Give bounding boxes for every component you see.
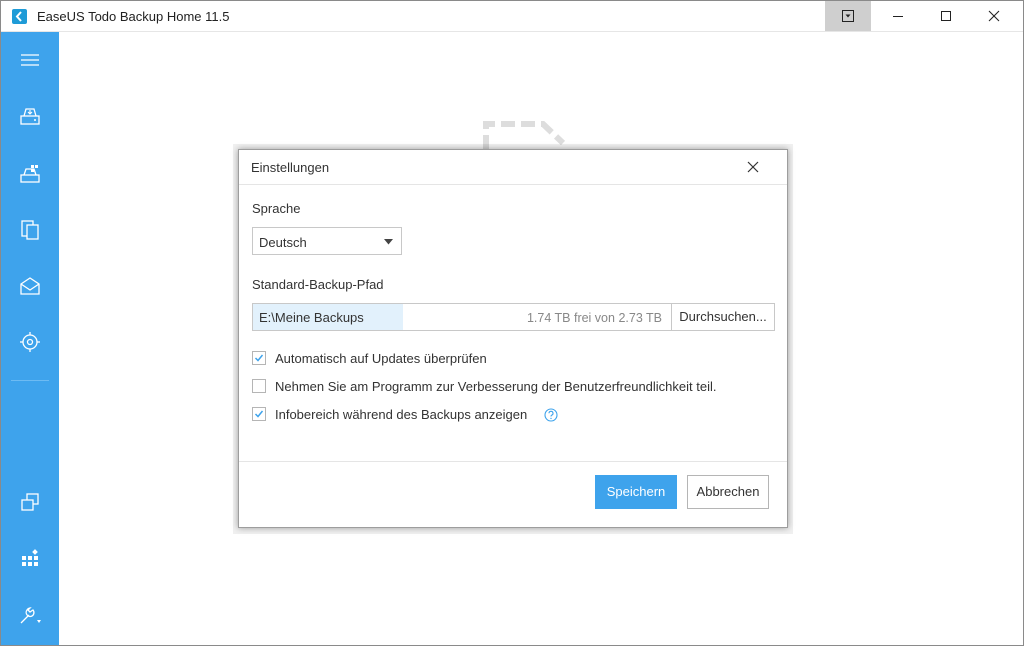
- browse-button[interactable]: Durchsuchen...: [671, 303, 775, 331]
- option-label: Nehmen Sie am Programm zur Verbesserung …: [275, 379, 717, 394]
- dialog-title: Einstellungen: [251, 160, 330, 175]
- sidebar-divider: [11, 380, 49, 381]
- disk-free-space: 1.74 TB frei von 2.73 TB: [526, 311, 662, 325]
- cancel-button[interactable]: Abbrechen: [687, 475, 769, 509]
- sidebar-item-tools[interactable]: [1, 594, 59, 638]
- close-icon: [747, 161, 759, 173]
- window-title: EaseUS Todo Backup Home 11.5: [37, 9, 230, 24]
- close-button[interactable]: [971, 1, 1017, 31]
- dialog-close-button[interactable]: [741, 156, 765, 178]
- checkbox-auto-update[interactable]: [252, 351, 266, 365]
- backup-path-field[interactable]: E:\Meine Backups 1.74 TB frei von 2.73 T…: [252, 303, 672, 331]
- option-label: Automatisch auf Updates überprüfen: [275, 351, 487, 366]
- minimize-button[interactable]: [875, 1, 921, 31]
- mail-backup-icon: [20, 277, 40, 295]
- sidebar-menu-button[interactable]: [1, 38, 59, 82]
- disk-backup-icon: [20, 108, 40, 125]
- minimize-icon: [893, 16, 903, 17]
- tray-button[interactable]: [825, 1, 871, 31]
- sidebar-item-smart-backup[interactable]: [1, 320, 59, 364]
- option-label: Infobereich während des Backups anzeigen: [275, 407, 528, 422]
- maximize-button[interactable]: [923, 1, 969, 31]
- checkmark-icon: [254, 410, 264, 418]
- apps-icon: [22, 549, 38, 566]
- clone-icon: [21, 493, 39, 511]
- smart-backup-icon: [20, 332, 40, 352]
- sidebar-item-system-backup[interactable]: [1, 152, 59, 196]
- maximize-icon: [941, 11, 951, 21]
- checkmark-icon: [254, 354, 264, 362]
- tools-icon: [20, 607, 41, 624]
- sidebar-item-disk-backup[interactable]: [1, 94, 59, 138]
- sidebar-item-file-backup[interactable]: [1, 208, 59, 252]
- title-bar: EaseUS Todo Backup Home 11.5: [1, 1, 1023, 32]
- dialog-footer-divider: [239, 461, 787, 462]
- tray-icon: [842, 10, 854, 22]
- save-button[interactable]: Speichern: [595, 475, 677, 509]
- close-icon: [988, 10, 1000, 22]
- app-logo-icon: [12, 9, 27, 24]
- menu-icon: [21, 54, 39, 66]
- settings-dialog: Einstellungen Sprache Deutsch Standard-B…: [238, 149, 788, 528]
- dialog-header: Einstellungen: [239, 150, 787, 185]
- help-icon[interactable]: [544, 408, 558, 422]
- backup-path-value: E:\Meine Backups: [259, 310, 364, 325]
- sidebar-item-mail-backup[interactable]: [1, 264, 59, 308]
- system-backup-icon: [20, 165, 40, 183]
- language-label: Sprache: [252, 201, 301, 216]
- sidebar: [1, 32, 59, 645]
- checkbox-improvement-program[interactable]: [252, 379, 266, 393]
- backup-path-label: Standard-Backup-Pfad: [252, 277, 384, 292]
- checkbox-tray-info[interactable]: [252, 407, 266, 421]
- file-backup-icon: [21, 220, 39, 240]
- app-window: EaseUS Todo Backup Home 11.5 Einstellung…: [0, 0, 1024, 646]
- chevron-down-icon: [384, 239, 393, 245]
- language-select[interactable]: Deutsch: [252, 227, 402, 255]
- sidebar-item-apps[interactable]: [1, 536, 59, 580]
- language-value: Deutsch: [259, 235, 307, 250]
- sidebar-item-clone[interactable]: [1, 480, 59, 524]
